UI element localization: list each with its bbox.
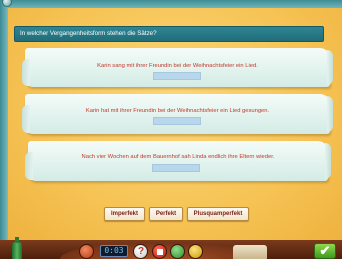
help-icon[interactable]	[133, 244, 148, 259]
answer-drop-slot[interactable]	[152, 164, 200, 172]
answer-drop-slot[interactable]	[153, 72, 201, 80]
sentence-text: Karin hat mit ihrer Freundin bei der Wei…	[85, 108, 270, 114]
book-icon[interactable]	[79, 244, 94, 259]
check-answer-button[interactable]: ✔	[314, 243, 336, 259]
yellow-book-icon[interactable]	[188, 244, 203, 259]
bottle-icon[interactable]	[12, 237, 22, 259]
option-imperfekt-button[interactable]: Imperfekt	[104, 207, 145, 221]
window-top-rim	[0, 0, 342, 8]
question-title: In welcher Vergangenheitsform stehen die…	[14, 26, 324, 42]
pages-icon[interactable]	[233, 245, 267, 259]
clock-display: 0:03	[100, 245, 128, 257]
sentence-text: Nach vier Wochen auf dem Bauernhof sah L…	[81, 154, 275, 160]
stop-icon[interactable]	[152, 244, 167, 259]
sentence-text: Karin sang mit ihrer Freundin bei der We…	[97, 63, 258, 69]
sentence-card-3: Nach vier Wochen auf dem Bauernhof sah L…	[25, 141, 331, 181]
green-book-icon[interactable]	[170, 244, 185, 259]
sentence-card-1: Karin sang mit ihrer Freundin bei der We…	[22, 48, 333, 87]
option-perfekt-button[interactable]: Perfekt	[149, 207, 183, 221]
answer-drop-slot[interactable]	[153, 117, 201, 125]
window-left-rim	[0, 0, 8, 259]
option-plusquamperfekt-button[interactable]: Plusquamperfekt	[187, 207, 249, 221]
sentence-card-2: Karin hat mit ihrer Freundin bei der Wei…	[22, 94, 333, 134]
